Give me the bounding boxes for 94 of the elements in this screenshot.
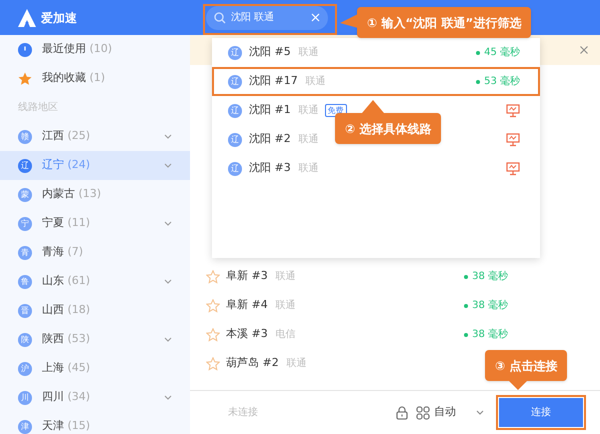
- region-badge: 鲁: [18, 274, 32, 288]
- chevron-down-icon: [164, 134, 172, 139]
- sidebar-item[interactable]: 沪 上海 (45): [0, 354, 190, 383]
- region-badge: 陕: [18, 332, 32, 346]
- isp-label: 联通: [298, 162, 319, 176]
- latency-label: 38 毫秒: [472, 298, 508, 313]
- region-badge: 晋: [18, 304, 32, 318]
- isp-label: 联通: [276, 298, 296, 313]
- callout-pointer-icon: [509, 381, 527, 390]
- region-badge: 辽: [228, 46, 242, 60]
- sidebar-item[interactable]: 青 青海 (7): [0, 238, 190, 267]
- region-badge: 川: [18, 390, 32, 404]
- server-name: 本溪 #3: [226, 326, 268, 342]
- region-label: 天津 (15): [42, 418, 90, 434]
- star-icon: [18, 72, 32, 86]
- server-name[interactable]: 沈阳 #3: [249, 160, 291, 177]
- region-badge: 辽: [228, 74, 242, 88]
- region-badge: 沪: [18, 362, 32, 376]
- server-name: 阜新 #4: [226, 297, 268, 314]
- region-label: 宁夏 (11): [42, 215, 90, 232]
- isp-label: 电信: [276, 328, 296, 342]
- star-outline-icon: [206, 328, 220, 342]
- chevron-down-icon[interactable]: [476, 410, 484, 415]
- isp-label: 联通: [286, 356, 307, 371]
- clock-icon: [18, 42, 32, 56]
- isp-label: 联通: [298, 104, 319, 118]
- region-label: 陕西 (53): [42, 331, 90, 348]
- region-badge: 辽: [228, 132, 242, 146]
- chevron-down-icon: [164, 163, 172, 168]
- region-badge: 宁: [18, 216, 32, 230]
- region-label: 辽宁 (24): [42, 157, 90, 174]
- sidebar-item[interactable]: 蒙 内蒙古 (13): [0, 180, 190, 209]
- callout: ① 输入“沈阳 联通”进行筛选: [357, 7, 532, 38]
- isp-label: 联通: [276, 270, 296, 284]
- close-icon[interactable]: [580, 46, 588, 54]
- server-name[interactable]: 沈阳 #2: [249, 131, 291, 148]
- latency-label: 38 毫秒: [472, 328, 508, 342]
- callout-pointer-icon: [362, 100, 384, 113]
- latency-label: 53 毫秒: [484, 74, 520, 89]
- search-icon: [214, 12, 226, 24]
- server-name[interactable]: 沈阳 #5: [249, 44, 291, 61]
- chevron-down-icon: [164, 279, 172, 284]
- isp-label: 联通: [306, 74, 326, 89]
- mode-label[interactable]: 自动: [434, 404, 456, 421]
- monitor-error-icon: [506, 162, 520, 176]
- sidebar-item[interactable]: 鲁 山东 (61): [0, 267, 190, 296]
- sidebar-item[interactable]: 我的收藏 (1): [42, 70, 106, 87]
- star-outline-icon: [206, 298, 220, 312]
- connect-button[interactable]: 连接: [499, 398, 583, 427]
- sidebar-item[interactable]: 津 天津 (15): [0, 412, 190, 434]
- server-name[interactable]: 沈阳 #17: [249, 73, 298, 90]
- chevron-down-icon: [164, 337, 172, 342]
- app-name: 爱加速: [41, 10, 77, 26]
- server-name: 阜新 #3: [226, 268, 268, 284]
- region-badge: 辽: [228, 104, 242, 118]
- chevron-down-icon: [164, 221, 172, 226]
- grid-icon[interactable]: [416, 406, 430, 420]
- server-name: 葫芦岛 #2: [226, 355, 279, 372]
- region-label: 青海 (7): [42, 244, 84, 260]
- region-badge: 津: [18, 420, 32, 434]
- region-badge: 青: [18, 246, 32, 260]
- section-heading: 线路地区: [17, 100, 59, 115]
- app-logo-icon: [17, 8, 37, 28]
- monitor-error-icon: [506, 104, 520, 118]
- connection-status: 未连接: [228, 406, 258, 420]
- region-badge: 赣: [18, 130, 32, 144]
- sidebar-item[interactable]: 辽 辽宁 (24): [0, 151, 190, 180]
- monitor-error-icon: [506, 132, 520, 146]
- latency-label: 38 毫秒: [472, 270, 508, 284]
- region-label: 山西 (18): [42, 302, 90, 318]
- region-label: 上海 (45): [42, 360, 90, 376]
- sidebar-item[interactable]: 川 四川 (34): [0, 383, 190, 412]
- region-label: 山东 (61): [42, 273, 90, 290]
- sidebar-item[interactable]: 最近使用 (10): [42, 41, 112, 58]
- callout-pointer-icon: [340, 14, 358, 28]
- region-badge: 蒙: [18, 188, 32, 202]
- clear-icon[interactable]: [311, 13, 320, 22]
- region-badge: 辽: [18, 158, 32, 172]
- isp-label: 联通: [298, 132, 319, 147]
- chevron-down-icon: [164, 395, 172, 400]
- sidebar-item[interactable]: 晋 山西 (18): [0, 296, 190, 325]
- lock-icon[interactable]: [396, 406, 408, 420]
- region-label: 江西 (25): [42, 128, 90, 144]
- server-name[interactable]: 沈阳 #1: [249, 102, 291, 119]
- isp-label: 联通: [298, 46, 319, 60]
- sidebar-item[interactable]: 赣 江西 (25): [0, 122, 190, 151]
- region-label: 四川 (34): [42, 389, 90, 406]
- region-label: 内蒙古 (13): [42, 186, 102, 202]
- star-outline-icon: [206, 356, 220, 370]
- sidebar-item[interactable]: 宁 宁夏 (11): [0, 209, 190, 238]
- latency-label: 45 毫秒: [484, 46, 520, 60]
- star-outline-icon: [206, 270, 220, 284]
- sidebar-item[interactable]: 陕 陕西 (53): [0, 325, 190, 354]
- region-badge: 辽: [228, 162, 242, 176]
